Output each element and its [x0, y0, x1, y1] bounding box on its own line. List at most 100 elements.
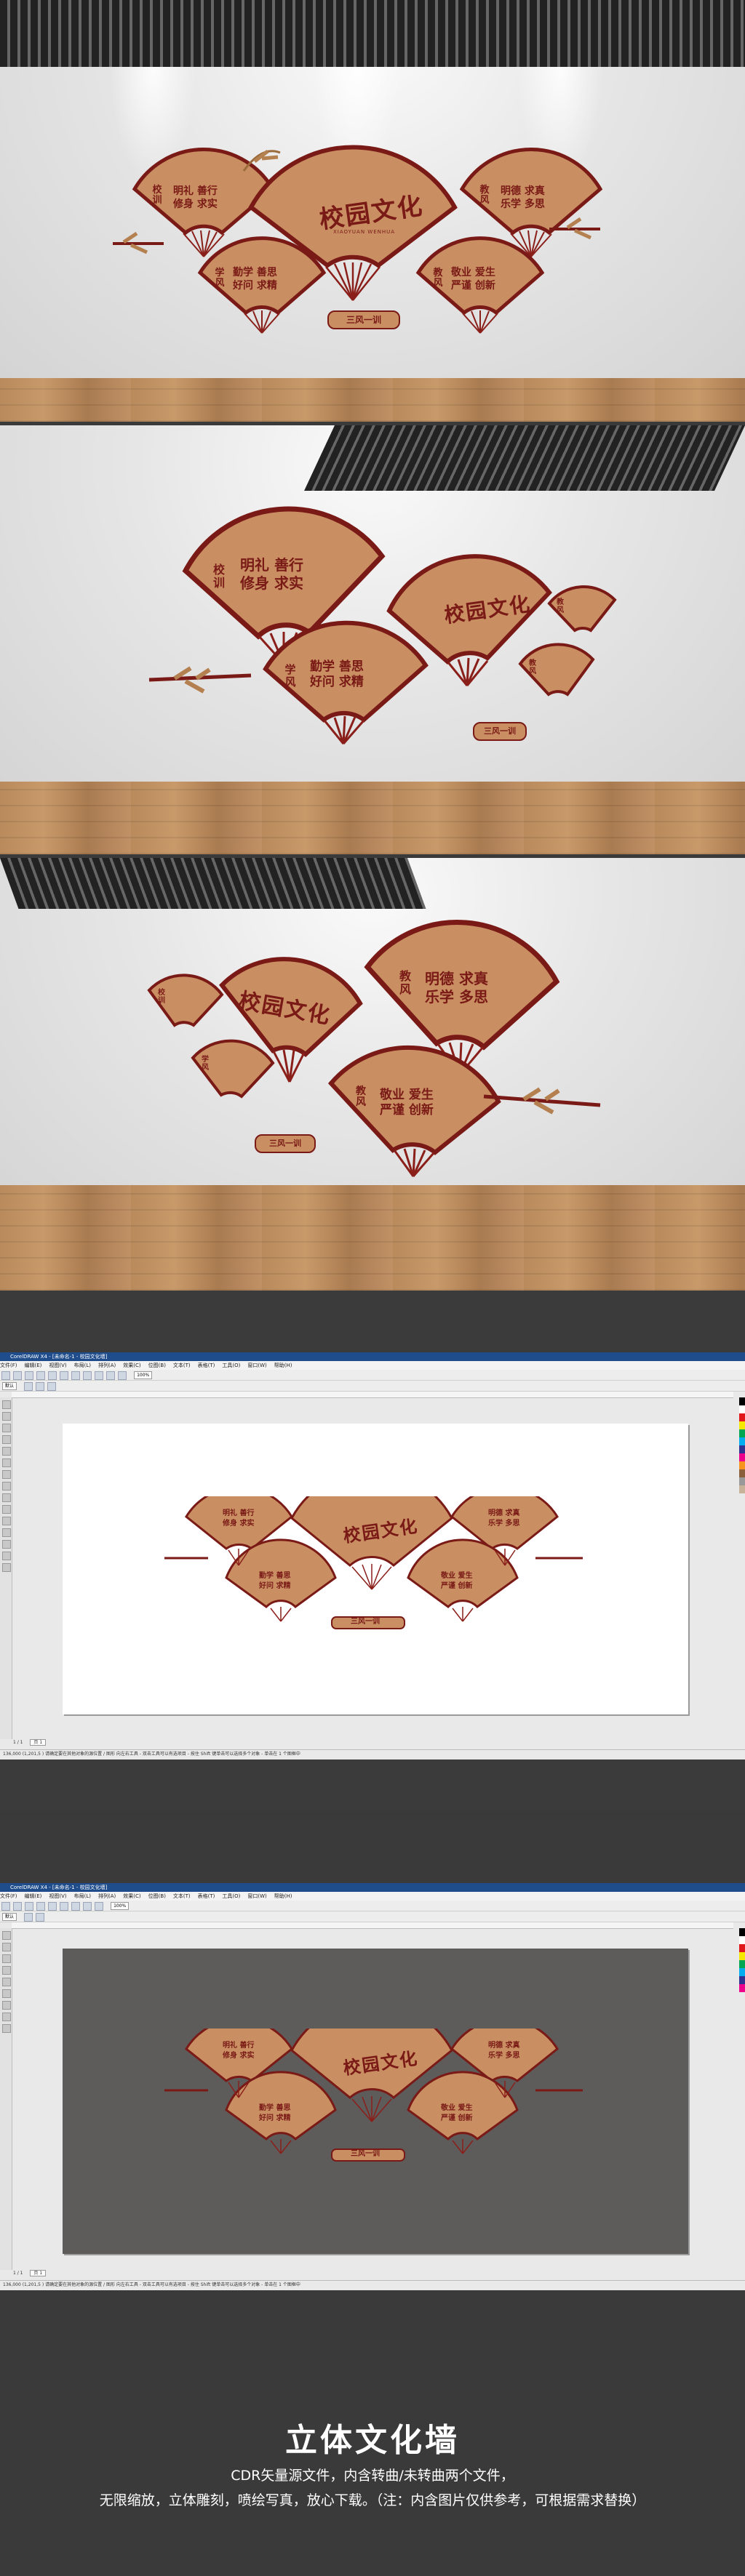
rectangle-tool-icon[interactable]	[2, 1470, 11, 1479]
page-tab[interactable]: 页 1	[30, 1739, 47, 1746]
cut-icon[interactable]	[48, 1371, 57, 1380]
paste-icon[interactable]	[71, 1371, 80, 1380]
rectangle-tool-icon[interactable]	[2, 1989, 11, 1998]
swatch[interactable]	[739, 1944, 745, 1952]
menu-edit[interactable]: 编辑(E)	[25, 1363, 42, 1368]
polygon-tool-icon[interactable]	[2, 1493, 11, 1502]
style-select[interactable]: 默认	[2, 1382, 17, 1390]
text-tool-icon[interactable]	[2, 1505, 11, 1514]
swatch[interactable]	[739, 1437, 745, 1445]
landscape-icon[interactable]	[36, 1382, 45, 1391]
menu-file[interactable]: 文件(F)	[0, 1363, 17, 1368]
open-icon[interactable]	[13, 1902, 22, 1911]
zoom-tool-icon[interactable]	[2, 1435, 11, 1444]
fill-tool-icon[interactable]	[2, 2024, 11, 2033]
menu-window[interactable]: 窗口(W)	[247, 1363, 266, 1368]
swatch[interactable]	[739, 1397, 745, 1405]
zoom-tool-icon[interactable]	[2, 1966, 11, 1975]
pick-tool-icon[interactable]	[2, 1400, 11, 1409]
zoom-select[interactable]: 100%	[111, 1902, 130, 1910]
swatch[interactable]	[739, 1429, 745, 1437]
copy-icon[interactable]	[60, 1902, 68, 1911]
swatch[interactable]	[739, 1485, 745, 1493]
swatch[interactable]	[739, 1936, 745, 1944]
text-tool-icon[interactable]	[2, 2013, 11, 2021]
menu-arrange[interactable]: 排列(A)	[98, 1893, 116, 1899]
menu-view[interactable]: 视图(V)	[49, 1363, 66, 1368]
swatch[interactable]	[739, 1461, 745, 1469]
menu-layout[interactable]: 布局(L)	[74, 1893, 91, 1899]
print-icon[interactable]	[36, 1371, 45, 1380]
redo-icon[interactable]	[95, 1902, 103, 1911]
menu-bitmaps[interactable]: 位图(B)	[148, 1893, 166, 1899]
fill-tool-icon[interactable]	[2, 1563, 11, 1572]
menu-bitmaps[interactable]: 位图(B)	[148, 1363, 166, 1368]
swatch[interactable]	[739, 1976, 745, 1984]
swatch[interactable]	[739, 1928, 745, 1936]
menu-view[interactable]: 视图(V)	[49, 1893, 66, 1899]
cut-icon[interactable]	[48, 1902, 57, 1911]
smart-fill-icon[interactable]	[2, 1458, 11, 1467]
ellipse-tool-icon[interactable]	[2, 2001, 11, 2010]
style-select[interactable]: 默认	[2, 1913, 17, 1921]
swatch[interactable]	[739, 1952, 745, 1960]
pick-tool-icon[interactable]	[2, 1931, 11, 1940]
units-icon[interactable]	[47, 1382, 57, 1391]
menu-edit[interactable]: 编辑(E)	[25, 1893, 42, 1899]
new-icon[interactable]	[1, 1902, 10, 1911]
shape-tool-icon[interactable]	[2, 1412, 11, 1421]
menu-layout[interactable]: 布局(L)	[74, 1363, 91, 1368]
open-icon[interactable]	[13, 1371, 22, 1380]
landscape-icon[interactable]	[36, 1913, 45, 1922]
menu-file[interactable]: 文件(F)	[0, 1893, 17, 1899]
menu-help[interactable]: 帮助(H)	[274, 1893, 292, 1899]
swatch[interactable]	[739, 1469, 745, 1477]
menu-effects[interactable]: 效果(C)	[123, 1893, 140, 1899]
document-page[interactable]: 校园文化 明礼 善行 修身 求实 明德 求真 乐学 多思 勤学 善思 好问 求精…	[63, 1424, 688, 1714]
crop-tool-icon[interactable]	[2, 1954, 11, 1963]
shape-tool-icon[interactable]	[2, 1943, 11, 1951]
import-icon[interactable]	[106, 1371, 115, 1380]
copy-icon[interactable]	[60, 1371, 68, 1380]
table-tool-icon[interactable]	[2, 1517, 11, 1525]
undo-icon[interactable]	[83, 1902, 92, 1911]
menu-table[interactable]: 表格(T)	[198, 1893, 215, 1899]
menu-text[interactable]: 文本(T)	[173, 1363, 191, 1368]
swatch[interactable]	[739, 1413, 745, 1421]
swatch[interactable]	[739, 1405, 745, 1413]
menu-effects[interactable]: 效果(C)	[123, 1363, 140, 1368]
page-tab[interactable]: 页 1	[30, 2270, 47, 2276]
menu-table[interactable]: 表格(T)	[198, 1363, 215, 1368]
menu-text[interactable]: 文本(T)	[173, 1893, 191, 1899]
export-icon[interactable]	[118, 1371, 127, 1380]
freehand-tool-icon[interactable]	[2, 1447, 11, 1456]
swatch[interactable]	[739, 1984, 745, 1992]
swatch[interactable]	[739, 1960, 745, 1968]
eyedropper-icon[interactable]	[2, 1540, 11, 1549]
menu-help[interactable]: 帮助(H)	[274, 1363, 292, 1368]
portrait-icon[interactable]	[24, 1382, 33, 1391]
ellipse-tool-icon[interactable]	[2, 1482, 11, 1490]
outline-tool-icon[interactable]	[2, 1552, 11, 1560]
document-page[interactable]: 校园文化 明礼 善行 修身 求实 明德 求真 乐学 多思 勤学 善思 好问 求精…	[63, 1949, 688, 2254]
swatch[interactable]	[739, 1477, 745, 1485]
paste-icon[interactable]	[71, 1902, 80, 1911]
freehand-tool-icon[interactable]	[2, 1978, 11, 1986]
save-icon[interactable]	[25, 1902, 33, 1911]
crop-tool-icon[interactable]	[2, 1424, 11, 1432]
redo-icon[interactable]	[95, 1371, 103, 1380]
save-icon[interactable]	[25, 1371, 33, 1380]
swatch[interactable]	[739, 1453, 745, 1461]
menu-tools[interactable]: 工具(O)	[222, 1363, 240, 1368]
new-icon[interactable]	[1, 1371, 10, 1380]
menu-tools[interactable]: 工具(O)	[222, 1893, 240, 1899]
undo-icon[interactable]	[83, 1371, 92, 1380]
swatch[interactable]	[739, 1968, 745, 1976]
dimension-tool-icon[interactable]	[2, 1528, 11, 1537]
swatch[interactable]	[739, 1445, 745, 1453]
menu-window[interactable]: 窗口(W)	[247, 1893, 266, 1899]
portrait-icon[interactable]	[24, 1913, 33, 1922]
swatch[interactable]	[739, 1421, 745, 1429]
menu-arrange[interactable]: 排列(A)	[98, 1363, 116, 1368]
zoom-select[interactable]: 100%	[134, 1371, 153, 1379]
